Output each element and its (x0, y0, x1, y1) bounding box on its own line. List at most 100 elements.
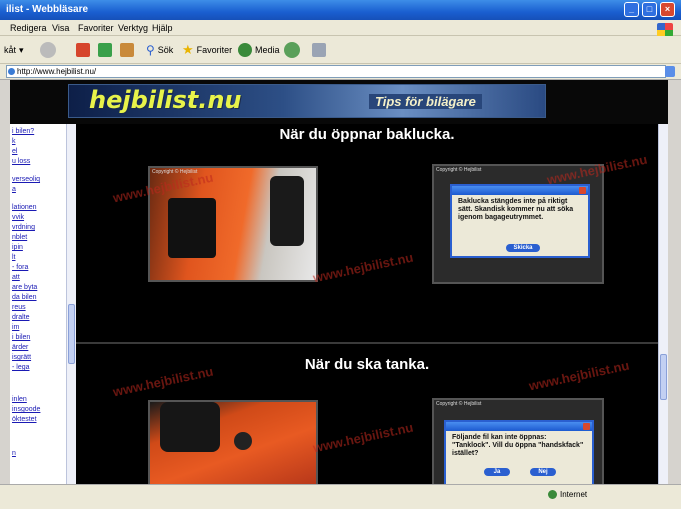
history-button[interactable] (284, 41, 300, 59)
message-box: Baklucka stängdes inte på riktigt sätt. … (450, 184, 590, 258)
photo-caption: Copyright © Hejbilist (152, 169, 198, 175)
nav-link[interactable]: ärder (12, 344, 28, 351)
message-box-titlebar (446, 422, 592, 431)
history-icon (284, 42, 300, 58)
windows-logo-icon (657, 23, 673, 37)
search-button[interactable]: ⚲ Sök (146, 41, 173, 59)
nav-link[interactable]: lt (12, 254, 16, 261)
address-input[interactable]: http://www.hejbilist.nu/ (6, 65, 666, 78)
nav-link[interactable]: vrdning (12, 224, 35, 231)
nav-link[interactable]: ipin (12, 244, 23, 251)
dialog-screenshot: Copyright © Hejbilist Följande fil kan i… (432, 398, 604, 484)
nav-link[interactable]: - fora (12, 264, 28, 271)
mail-button[interactable] (312, 41, 326, 59)
message-box-titlebar (452, 186, 588, 195)
message-text: Följande fil kan inte öppnas: "Tanklock"… (452, 434, 584, 457)
fuel-cap (234, 432, 252, 450)
nav-link[interactable]: öktestet (12, 416, 37, 423)
browser-window: ilist - Webbläsare _ □ × Redigera Visa F… (0, 0, 681, 509)
security-zone: Internet (548, 490, 587, 499)
logo-text: hejbilist.nu (89, 86, 242, 114)
menu-visa[interactable]: Visa (52, 23, 69, 33)
zone-label: Internet (560, 490, 588, 499)
menu-verktyg[interactable]: Verktyg (118, 23, 148, 33)
media-label: Media (255, 45, 280, 55)
left-navigation: i bilen? k el u loss verseoliq a latione… (10, 124, 66, 484)
back-button[interactable]: kåt ▾ (4, 41, 24, 59)
stop-button[interactable] (76, 41, 90, 59)
site-banner: hejbilist.nu Tips för bilägare (10, 80, 668, 124)
nav-link[interactable]: att (12, 274, 20, 281)
nav-link[interactable]: el (12, 148, 17, 155)
message-text: Baklucka stängdes inte på riktigt sätt. … (458, 198, 574, 221)
watermark: www.hejbilist.nu (311, 419, 415, 456)
toolbar: kåt ▾ ⚲ Sök ★ Favoriter Media (0, 36, 681, 64)
nav-link[interactable]: k (12, 138, 16, 145)
close-icon[interactable] (579, 187, 586, 194)
watermark: www.hejbilist.nu (311, 249, 415, 286)
nav-link[interactable]: i bilen (12, 334, 30, 341)
close-icon[interactable] (583, 423, 590, 430)
nav-scrollbar[interactable] (66, 124, 76, 484)
skicka-button[interactable]: Skicka (506, 244, 540, 252)
section-divider (76, 342, 658, 344)
address-bar: http://www.hejbilist.nu/ (0, 64, 681, 80)
back-label: kåt (4, 45, 17, 55)
menu-hjalp[interactable]: Hjälp (152, 23, 173, 33)
no-button[interactable]: Nej (530, 468, 556, 476)
mail-icon (312, 43, 326, 57)
globe-icon (548, 490, 557, 499)
menu-redigera[interactable]: Redigera (10, 23, 47, 33)
nav-link[interactable]: are byta (12, 284, 37, 291)
forward-button[interactable] (40, 41, 56, 59)
nav-link[interactable]: vvik (12, 214, 24, 221)
nav-link[interactable]: verseoliq (12, 176, 40, 183)
minimize-button[interactable]: _ (624, 2, 639, 17)
logo-tagline: Tips för bilägare (369, 94, 482, 109)
main-article: När du öppnar baklucka. Copyright © Hejb… (76, 124, 658, 484)
home-button[interactable] (120, 41, 134, 59)
nav-link[interactable]: - lega (12, 364, 30, 371)
nav-link[interactable]: dralte (12, 314, 30, 321)
nav-link[interactable]: inlen (12, 396, 27, 403)
nav-scroll-thumb[interactable] (68, 304, 75, 364)
favorites-button[interactable]: ★ Favoriter (182, 41, 232, 59)
yes-button[interactable]: Ja (484, 468, 510, 476)
search-label: Sök (157, 45, 174, 55)
nav-link[interactable]: nblet (12, 234, 27, 241)
window-title: ilist - Webbläsare (6, 4, 89, 15)
nav-link[interactable]: isgrätt (12, 354, 31, 361)
site-logo[interactable]: hejbilist.nu Tips för bilägare (68, 84, 546, 118)
trunk-opening (168, 198, 216, 258)
page-content: hejbilist.nu Tips för bilägare i bilen? … (10, 80, 668, 484)
nav-link[interactable]: a (12, 186, 16, 193)
nav-link[interactable]: lationen (12, 204, 37, 211)
search-icon: ⚲ (146, 43, 155, 57)
status-bar: Internet (0, 484, 681, 509)
menu-favoriter[interactable]: Favoriter (78, 23, 114, 33)
maximize-button[interactable]: □ (642, 2, 657, 17)
title-bar: ilist - Webbläsare _ □ × (0, 0, 681, 20)
star-icon: ★ (182, 42, 194, 57)
dialog-caption: Copyright © Hejbilist (436, 167, 482, 173)
nav-link[interactable]: reus (12, 304, 26, 311)
home-icon (120, 43, 134, 57)
close-button[interactable]: × (660, 2, 675, 17)
message-box: Följande fil kan inte öppnas: "Tanklock"… (444, 420, 594, 484)
nav-link[interactable]: u loss (12, 158, 30, 165)
page-scrollbar[interactable] (658, 124, 668, 484)
photo-trunk: Copyright © Hejbilist (148, 166, 318, 282)
nav-link[interactable]: n (12, 450, 16, 457)
go-icon[interactable] (665, 66, 675, 77)
menu-bar: Redigera Visa Favoriter Verktyg Hjälp (0, 20, 681, 37)
nav-link[interactable]: i bilen? (12, 128, 34, 135)
nav-link[interactable]: im (12, 324, 19, 331)
media-button[interactable]: Media (238, 41, 280, 59)
refresh-button[interactable] (98, 41, 112, 59)
favorites-label: Favoriter (196, 45, 233, 55)
page-scroll-thumb[interactable] (660, 354, 667, 400)
refresh-icon (98, 43, 112, 57)
person-arm (270, 176, 304, 246)
nav-link[interactable]: da bilen (12, 294, 37, 301)
nav-link[interactable]: insgoode (12, 406, 40, 413)
